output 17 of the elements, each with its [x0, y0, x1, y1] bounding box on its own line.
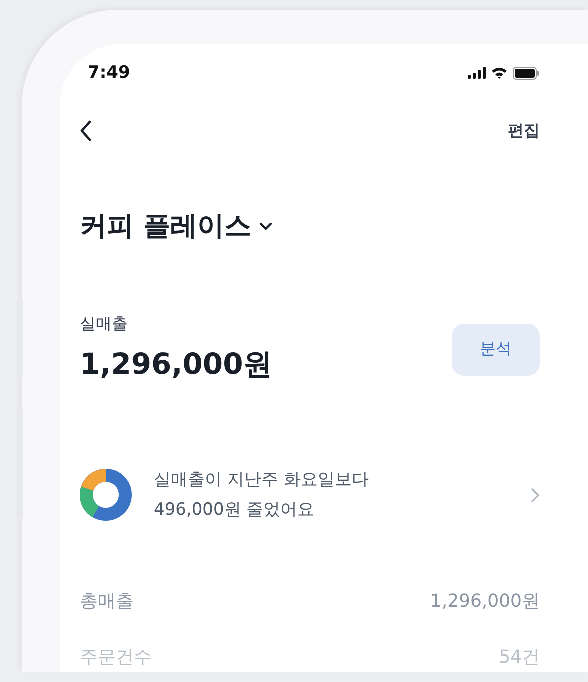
- summary-label: 주문건수: [80, 646, 152, 669]
- edit-button[interactable]: 편집: [508, 120, 540, 142]
- status-time: 7:49: [88, 63, 130, 83]
- store-name[interactable]: 커피 플레이스: [80, 208, 252, 244]
- chevron-down-icon[interactable]: [259, 222, 274, 230]
- summary-value: 1,296,000원: [430, 590, 540, 613]
- donut-chart-icon: [80, 469, 132, 521]
- back-icon[interactable]: [80, 120, 92, 142]
- battery-icon: [513, 66, 540, 80]
- signal-icon: [468, 67, 486, 79]
- net-sales-amount: 1,296,000원: [80, 346, 272, 383]
- net-sales-label: 실매출: [80, 314, 129, 335]
- insight-message[interactable]: 실매출이 지난주 화요일보다 496,000원 줄었어요: [154, 465, 509, 525]
- wifi-icon: [491, 67, 508, 79]
- summary-label: 총매출: [80, 590, 134, 613]
- summary-value: 54건: [499, 646, 540, 669]
- analysis-button[interactable]: 분석: [452, 324, 540, 376]
